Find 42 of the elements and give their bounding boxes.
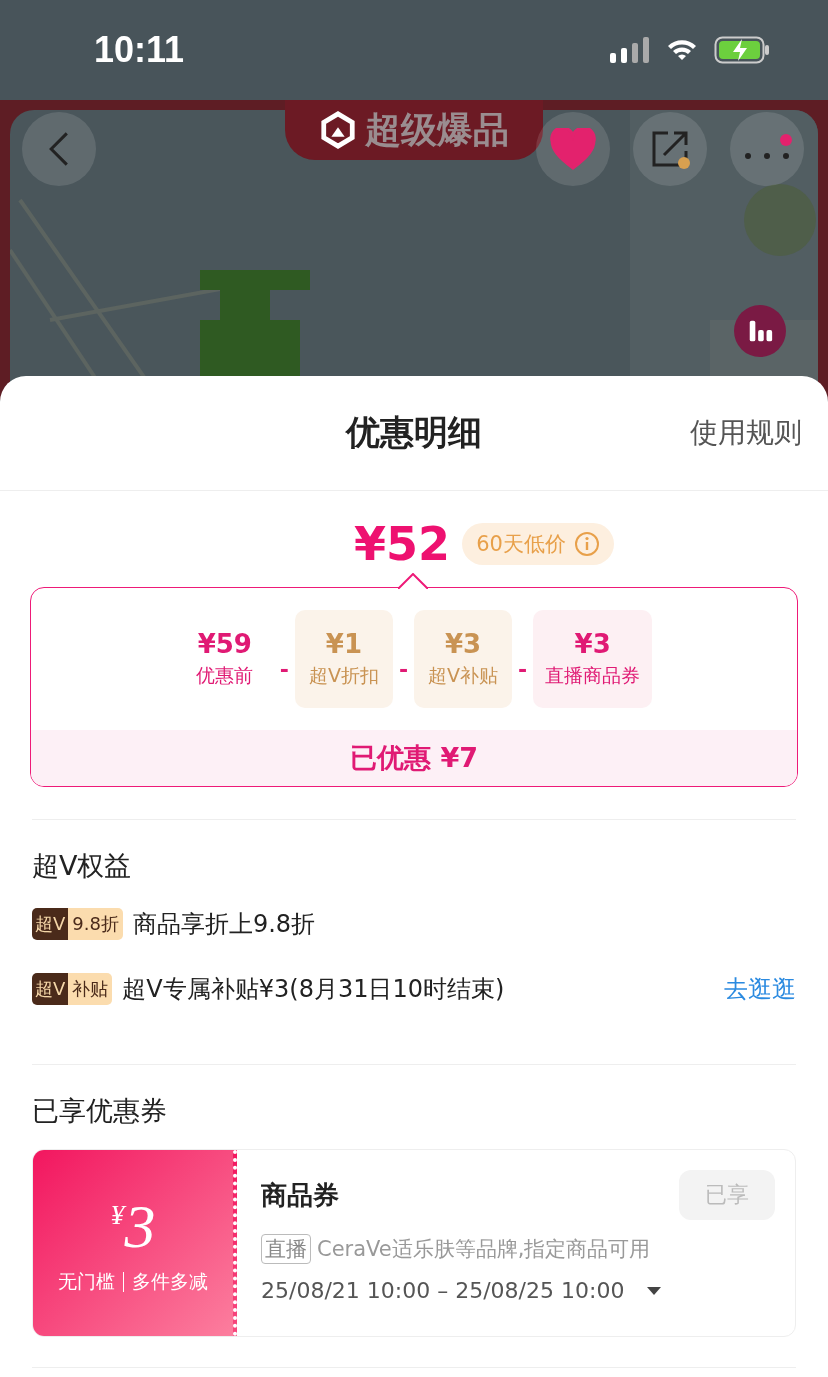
badge-right: 9.8折 xyxy=(68,908,123,940)
info-icon xyxy=(573,531,600,557)
total-savings: 已优惠 ¥7 xyxy=(31,730,797,786)
banner-title: 超级爆品 xyxy=(365,107,509,152)
item-amount: ¥3 xyxy=(444,629,482,659)
item-label: 直播商品券 xyxy=(545,663,641,688)
status-time: 10:11 xyxy=(94,29,185,71)
coupon-condition: 多件多减 xyxy=(132,1269,209,1294)
battery-charging-icon xyxy=(714,36,770,64)
coupon-description: CeraVe适乐肤等品牌,指定商品可用 xyxy=(317,1236,651,1263)
wifi-icon xyxy=(666,38,698,62)
item-label: 超V折扣 xyxy=(308,663,379,688)
benefit-text: 超V专属补贴¥3(8月31日10时结束) xyxy=(122,974,506,1005)
heart-icon xyxy=(549,128,597,170)
coupon-condition: 无门槛 xyxy=(57,1269,115,1294)
final-price: ¥52 xyxy=(354,517,451,571)
browse-link[interactable]: 去逛逛 xyxy=(724,973,796,1005)
section-title: 超V权益 xyxy=(32,849,133,883)
currency-sign: ¥ xyxy=(110,1199,125,1230)
badge-left: 超V xyxy=(32,908,69,940)
rules-link[interactable]: 使用规则 xyxy=(690,414,802,452)
item-amount: ¥1 xyxy=(325,629,362,659)
coupon-name: 商品券 xyxy=(261,1178,339,1212)
badge-right: 补贴 xyxy=(68,973,113,1005)
live-tag: 直播 xyxy=(261,1234,311,1264)
sheet-title: 优惠明细 xyxy=(346,411,482,454)
badge-left: 超V xyxy=(32,973,69,1005)
section-title: 已享优惠券 xyxy=(32,1094,168,1128)
low-price-text: 60天低价 xyxy=(476,531,566,558)
benefit-text: 商品享折上9.8折 xyxy=(132,909,317,940)
item-amount: ¥59 xyxy=(197,629,252,659)
minus-sign: - xyxy=(398,655,409,682)
validity-dates: 25/08/21 10:00 – 25/08/25 10:00 xyxy=(261,1278,625,1303)
signal-icon xyxy=(610,37,650,63)
item-amount: ¥3 xyxy=(574,629,611,659)
minus-sign: - xyxy=(279,655,289,682)
caret-down-icon xyxy=(646,1285,663,1296)
minus-sign: - xyxy=(518,655,528,682)
item-label: 超V补贴 xyxy=(428,663,499,688)
low-price-tag[interactable]: 60天低价 xyxy=(462,523,614,565)
item-label: 优惠前 xyxy=(196,663,254,688)
house-logo-icon xyxy=(319,111,357,149)
